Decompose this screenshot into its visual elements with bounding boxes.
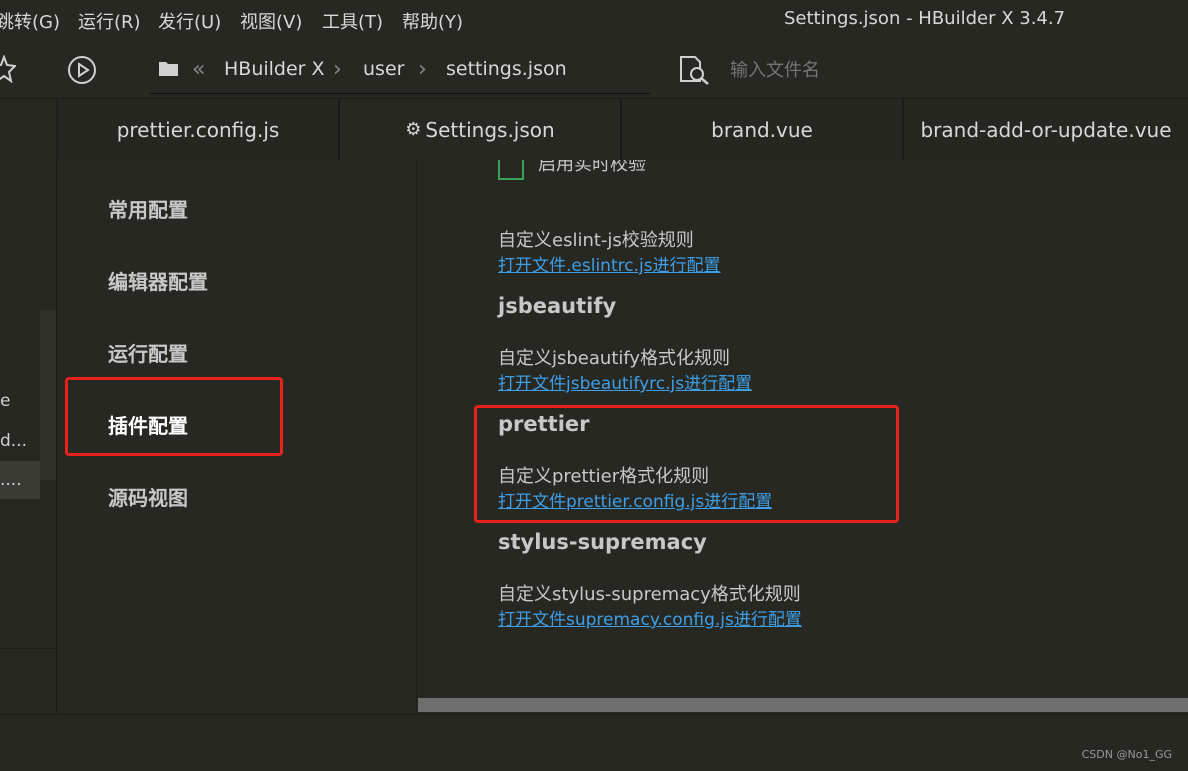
nav-common-settings[interactable]: 常用配置 — [108, 194, 188, 223]
status-bar — [0, 714, 1188, 771]
window-title: Settings.json - HBuilder X 3.4.7 — [784, 8, 1066, 29]
folder-icon — [159, 62, 178, 76]
divider — [0, 648, 56, 649]
menu-tools[interactable]: 工具(T) — [322, 8, 383, 34]
project-item[interactable]: e — [0, 391, 10, 411]
gear-icon: ⚙ — [405, 119, 422, 140]
breadcrumb-item-file[interactable]: settings.json — [446, 58, 567, 80]
clipped-row: 启用实时校验 — [418, 160, 1188, 182]
highlight-box-nav — [65, 377, 283, 456]
eslint-description: 自定义eslint-js校验规则 — [498, 230, 694, 251]
menu-help[interactable]: 帮助(Y) — [402, 8, 463, 34]
stylus-config-link[interactable]: 打开文件supremacy.config.js进行配置 — [498, 605, 802, 630]
tab-prettier-config[interactable]: prettier.config.js — [58, 99, 340, 160]
tab-brand-vue[interactable]: brand.vue — [622, 99, 904, 160]
file-search-input[interactable] — [730, 57, 1030, 83]
nav-editor-settings[interactable]: 编辑器配置 — [108, 266, 208, 295]
watermark: CSDN @No1_GG — [1081, 748, 1172, 761]
tab-brand-add-or-update[interactable]: brand-add-or-update.vue — [904, 99, 1188, 160]
project-panel-scrollbar[interactable] — [40, 310, 56, 480]
eslint-config-link[interactable]: 打开文件.eslintrc.js进行配置 — [498, 251, 721, 276]
menu-publish[interactable]: 发行(U) — [158, 8, 221, 34]
breadcrumb-item-hbuilder[interactable]: HBuilder X — [224, 58, 325, 80]
nav-run-settings[interactable]: 运行配置 — [108, 338, 188, 367]
jsbeautify-description: 自定义jsbeautify格式化规则 — [498, 348, 731, 369]
tab-label: brand-add-or-update.vue — [920, 117, 1172, 142]
realtime-check-label: 启用实时校验 — [538, 160, 646, 175]
realtime-check-checkbox[interactable] — [498, 160, 524, 180]
menu-goto[interactable]: 跳转(G) — [0, 8, 60, 34]
nav-source-view[interactable]: 源码视图 — [108, 482, 188, 511]
menu-run[interactable]: 运行(R) — [78, 8, 141, 34]
breadcrumb-chevron-icon: › — [418, 57, 427, 82]
stylus-description: 自定义stylus-supremacy格式化规则 — [498, 584, 801, 605]
stylus-heading: stylus-supremacy — [498, 530, 707, 554]
star-icon[interactable] — [0, 55, 16, 83]
menu-view[interactable]: 视图(V) — [240, 8, 302, 34]
file-search-icon[interactable] — [678, 55, 712, 85]
jsbeautify-config-link[interactable]: 打开文件jsbeautifyrc.js进行配置 — [498, 369, 752, 394]
breadcrumb-item-user[interactable]: user — [363, 58, 404, 80]
project-item[interactable]: d... — [0, 431, 27, 451]
horizontal-scrollbar[interactable] — [418, 698, 1188, 712]
tab-label: Settings.json — [425, 117, 555, 142]
highlight-box-prettier — [474, 405, 899, 523]
project-item[interactable]: .... — [0, 470, 22, 490]
run-play-icon[interactable] — [67, 55, 97, 85]
breadcrumb-chevron-icon: › — [333, 57, 342, 82]
breadcrumb-divider — [150, 93, 650, 94]
jsbeautify-heading: jsbeautify — [498, 294, 617, 318]
tab-settings-json[interactable]: ⚙ Settings.json — [340, 99, 622, 160]
breadcrumb-back-icon[interactable]: « — [192, 57, 205, 82]
tab-label: brand.vue — [711, 117, 813, 142]
tab-label: prettier.config.js — [116, 117, 280, 142]
